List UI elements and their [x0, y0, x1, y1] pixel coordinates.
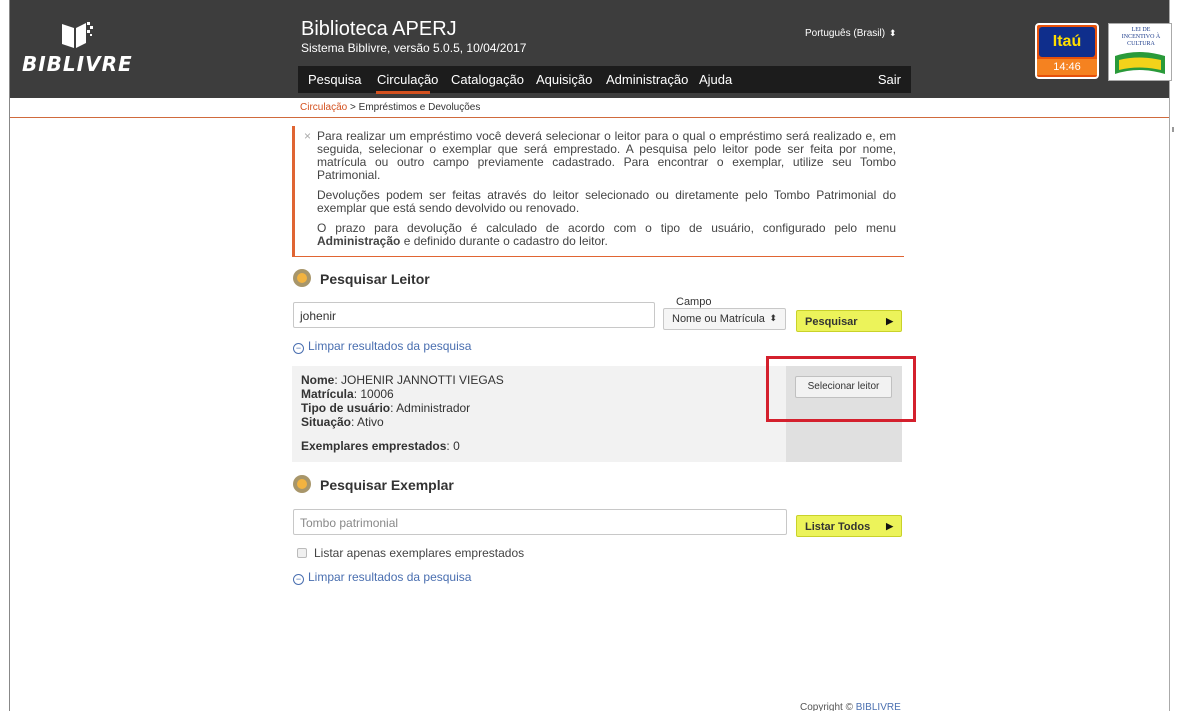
- itau-sponsor-badge: Itaú 14:46: [1035, 23, 1099, 79]
- nav-aquisicao[interactable]: Aquisição: [536, 72, 592, 87]
- help-paragraph-deadline: O prazo para devolução é calculado de ac…: [317, 221, 896, 248]
- clear-copy-results-link[interactable]: − Limpar resultados da pesquisa: [293, 570, 471, 585]
- nav-catalogacao[interactable]: Catalogação: [451, 72, 524, 87]
- clock: 14:46: [1037, 59, 1097, 75]
- logout-link[interactable]: Sair: [878, 72, 901, 87]
- system-version: Sistema Biblivre, versão 5.0.5, 10/04/20…: [301, 41, 527, 55]
- window-left-border: [0, 0, 10, 711]
- clear-copy-results-label: Limpar resultados da pesquisa: [308, 570, 472, 584]
- itau-logo: Itaú: [1039, 27, 1095, 57]
- arrow-right-icon: ▶: [886, 521, 893, 531]
- reader-search-title: Pesquisar Leitor: [320, 271, 430, 287]
- breadcrumb: Circulação > Empréstimos e Devoluções: [300, 102, 480, 113]
- updown-arrow-icon: ⬍: [889, 28, 897, 38]
- help-paragraph-loan: Para realizar um empréstimo você deverá …: [317, 129, 896, 182]
- brazil-flag-wave-icon: [1115, 52, 1165, 74]
- culture-logo-text: LEI DE INCENTIVO À CULTURA: [1121, 27, 1161, 47]
- result-name: Nome: JOHENIR JANNOTTI VIEGAS: [301, 373, 504, 387]
- list-all-button-label: Listar Todos: [805, 521, 871, 533]
- copyright: Copyright © BIBLIVRE: [800, 702, 901, 711]
- field-label: Campo: [676, 296, 712, 308]
- library-title: Biblioteca APERJ: [301, 18, 457, 40]
- main-nav: Pesquisa Circulação Catalogação Aquisiçã…: [298, 66, 911, 94]
- minus-circle-icon: −: [293, 343, 304, 354]
- breadcrumb-circulacao[interactable]: Circulação: [300, 102, 347, 113]
- biblivre-link[interactable]: BIBLIVRE: [856, 702, 901, 711]
- app-header: BIBLIVRE Biblioteca APERJ Sistema Bibliv…: [10, 0, 1172, 98]
- updown-arrow-icon: ⬍: [769, 313, 777, 323]
- close-icon[interactable]: ×: [304, 130, 311, 143]
- only-lent-label: Listar apenas exemplares emprestados: [314, 546, 525, 560]
- breadcrumb-bar: Circulação > Empréstimos e Devoluções: [10, 98, 1169, 118]
- book-logo-icon: [62, 22, 93, 48]
- field-select[interactable]: Nome ou Matrícula ⬍: [663, 308, 786, 330]
- language-selector[interactable]: Português (Brasil) ⬍: [805, 28, 897, 39]
- active-nav-indicator: [376, 91, 430, 94]
- copy-search-title: Pesquisar Exemplar: [320, 477, 454, 493]
- clear-reader-results-link[interactable]: − Limpar resultados da pesquisa: [293, 339, 471, 354]
- language-label: Português (Brasil): [805, 28, 886, 39]
- breadcrumb-separator: >: [347, 102, 359, 113]
- location-pin-icon: [293, 475, 311, 493]
- location-pin-icon: [293, 269, 311, 287]
- nav-circulacao[interactable]: Circulação: [377, 72, 438, 87]
- nav-administracao[interactable]: Administração: [606, 72, 688, 87]
- highlight-annotation: [766, 356, 916, 422]
- help-info-box: × Para realizar um empréstimo você dever…: [292, 126, 904, 257]
- only-lent-checkbox[interactable]: [297, 548, 307, 558]
- nav-ajuda[interactable]: Ajuda: [699, 72, 732, 87]
- biblivre-logo[interactable]: BIBLIVRE: [22, 20, 132, 90]
- search-reader-button-label: Pesquisar: [805, 316, 858, 328]
- breadcrumb-current: Empréstimos e Devoluções: [358, 102, 481, 113]
- window-right-border: [1169, 0, 1177, 711]
- tombo-search-input[interactable]: Tombo patrimonial: [293, 509, 787, 535]
- result-user-type: Tipo de usuário: Administrador: [301, 401, 471, 415]
- list-all-button[interactable]: Listar Todos ▶: [796, 515, 902, 537]
- admin-menu-ref: Administração: [317, 234, 401, 248]
- nav-pesquisa[interactable]: Pesquisa: [308, 72, 361, 87]
- reader-search-input[interactable]: johenir: [293, 302, 655, 328]
- clear-reader-results-label: Limpar resultados da pesquisa: [308, 339, 472, 353]
- culture-incentive-logo: LEI DE INCENTIVO À CULTURA: [1108, 23, 1172, 81]
- result-loans: Exemplares emprestados: 0: [301, 439, 460, 453]
- result-matricula: Matrícula: 10006: [301, 387, 394, 401]
- arrow-right-icon: ▶: [886, 316, 893, 326]
- search-reader-button[interactable]: Pesquisar ▶: [796, 310, 902, 332]
- result-status: Situação: Ativo: [301, 415, 384, 429]
- main-content: × Para realizar um empréstimo você dever…: [10, 118, 1169, 711]
- logo-text: BIBLIVRE: [22, 52, 133, 76]
- field-select-value: Nome ou Matrícula: [672, 313, 765, 325]
- help-paragraph-return: Devoluções podem ser feitas através do l…: [317, 188, 896, 215]
- minus-circle-icon: −: [293, 574, 304, 585]
- only-lent-checkbox-row[interactable]: Listar apenas exemplares emprestados: [297, 546, 524, 560]
- scrollbar-marker[interactable]: [1172, 127, 1174, 132]
